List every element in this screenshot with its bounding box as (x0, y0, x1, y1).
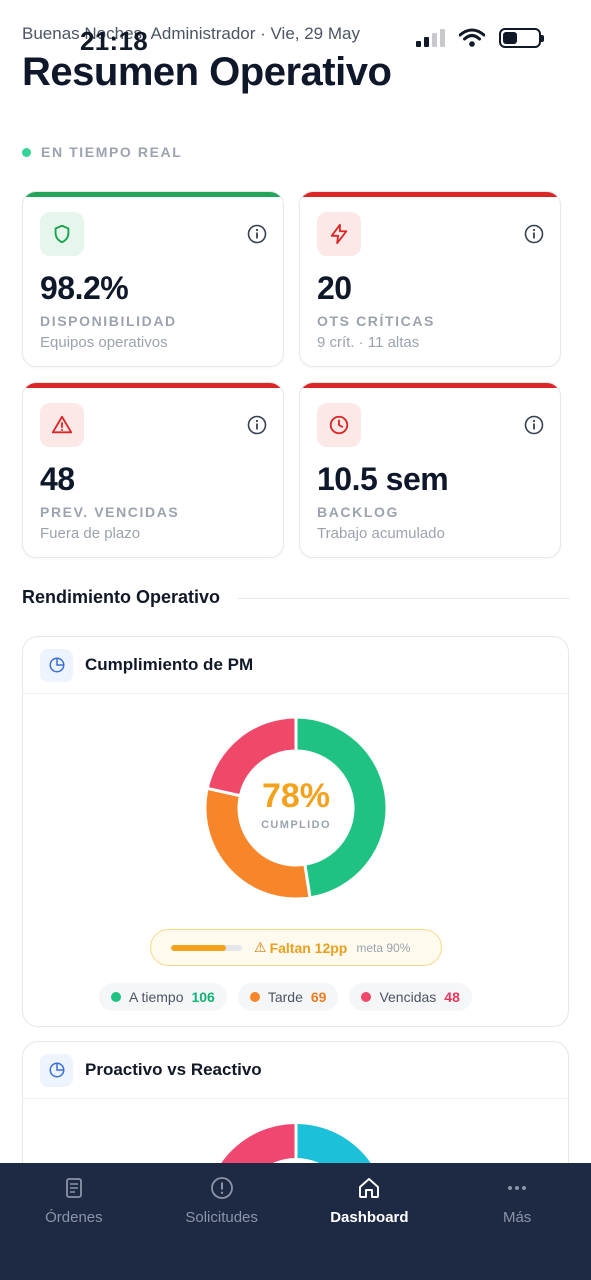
legend-dot-icon (361, 992, 372, 1002)
more-dots-icon (504, 1175, 530, 1201)
legend-label: Tarde (267, 989, 303, 1005)
alert-circle-icon (209, 1175, 235, 1201)
kpi-value: 10.5 sem (317, 461, 449, 497)
kpi-card-backlog[interactable]: 10.5 sem BACKLOG Trabajo acumulado (299, 382, 561, 558)
system-icons (416, 28, 544, 48)
kpi-card-availability[interactable]: 98.2% DISPONIBILIDAD Equipos operativos (22, 191, 284, 367)
legend-item-overdue[interactable]: Vencidas 48 (349, 983, 472, 1011)
section-divider (238, 598, 569, 599)
live-dot-icon (22, 147, 31, 157)
legend-dot-icon (249, 992, 260, 1002)
warning-triangle-icon (40, 403, 84, 447)
card-title: Proactivo vs Reactivo (85, 1060, 262, 1079)
kpi-subtitle: Trabajo acumulado (317, 525, 445, 542)
donut-caption: CUMPLIDO (261, 819, 331, 831)
kpi-label: OTS CRÍTICAS (317, 313, 435, 329)
kpi-accent-line (300, 192, 560, 197)
legend-value: 69 (310, 989, 327, 1005)
nav-item-more[interactable]: Más (443, 1163, 591, 1280)
nav-item-orders[interactable]: Órdenes (0, 1163, 148, 1280)
greeting-text: Buenas Noches, Administrador · Vie, 29 M… (22, 24, 360, 43)
kpi-label: BACKLOG (317, 504, 399, 520)
info-icon[interactable] (247, 224, 267, 244)
donut-center: 78% CUMPLIDO (205, 779, 387, 831)
target-meta: meta 90% (356, 940, 411, 955)
pm-compliance-card[interactable]: Cumplimiento de PM 78% CUMPLIDO ⚠ Faltan… (22, 636, 569, 1027)
gap-text: Faltan 12pp (269, 939, 348, 956)
info-icon[interactable] (247, 415, 267, 435)
clock-icon (317, 403, 361, 447)
kpi-subtitle: Fuera de plazo (40, 525, 141, 542)
legend-value: 106 (191, 989, 215, 1005)
legend-item-on-time[interactable]: A tiempo 106 (99, 983, 227, 1011)
pie-chart-icon (40, 1053, 73, 1087)
donut-percentage: 78% (261, 777, 331, 815)
card-header: Proactivo vs Reactivo (23, 1042, 568, 1099)
target-progress-bar (171, 944, 242, 951)
legend-value: 48 (444, 989, 460, 1005)
legend-item-late[interactable]: Tarde 69 (237, 983, 339, 1011)
kpi-card-overdue-preventive[interactable]: 48 PREV. VENCIDAS Fuera de plazo (22, 382, 284, 558)
nav-item-requests[interactable]: Solicitudes (148, 1163, 296, 1280)
home-icon (356, 1175, 382, 1201)
legend-label: A tiempo (129, 989, 184, 1005)
kpi-label: DISPONIBILIDAD (40, 313, 177, 329)
nav-label: Más (502, 1209, 532, 1226)
kpi-subtitle: 9 crít. · 11 altas (317, 334, 420, 351)
warning-icon: ⚠ (254, 939, 267, 955)
live-indicator: EN TIEMPO REAL (22, 144, 182, 160)
bottom-nav: Órdenes Solicitudes Dashboard Más (0, 1163, 591, 1280)
lightning-icon (317, 212, 361, 256)
kpi-accent-line (23, 192, 283, 197)
shield-icon (40, 212, 84, 256)
pie-chart-icon (40, 648, 73, 682)
card-header: Cumplimiento de PM (23, 637, 568, 694)
info-icon[interactable] (524, 224, 544, 244)
card-title: Cumplimiento de PM (85, 655, 254, 674)
battery-icon (499, 28, 544, 48)
kpi-value: 48 (40, 461, 75, 497)
kpi-accent-line (300, 383, 560, 388)
cellular-signal-icon (416, 29, 445, 47)
live-label: EN TIEMPO REAL (41, 144, 183, 160)
kpi-subtitle: Equipos operativos (40, 334, 168, 351)
legend-dot-icon (111, 992, 121, 1002)
nav-label: Dashboard (330, 1209, 409, 1226)
legend-label: Vencidas (379, 989, 437, 1005)
donut-legend: A tiempo 106 Tarde 69 Vencidas 48 (99, 983, 472, 1011)
clipboard-icon (61, 1175, 87, 1201)
wifi-icon (459, 28, 485, 47)
kpi-label: PREV. VENCIDAS (40, 504, 180, 520)
page-title: Resumen Operativo (22, 50, 392, 94)
nav-label: Órdenes (45, 1209, 103, 1226)
info-icon[interactable] (524, 415, 544, 435)
kpi-accent-line (23, 383, 283, 388)
kpi-value: 20 (317, 270, 352, 306)
nav-label: Solicitudes (185, 1209, 258, 1226)
section-title: Rendimiento Operativo (22, 587, 221, 607)
kpi-card-critical-orders[interactable]: 20 OTS CRÍTICAS 9 crít. · 11 altas (299, 191, 561, 367)
nav-item-dashboard[interactable]: Dashboard (296, 1163, 444, 1280)
kpi-value: 98.2% (40, 270, 129, 306)
target-gap-pill: ⚠ Faltan 12pp meta 90% (150, 929, 442, 966)
